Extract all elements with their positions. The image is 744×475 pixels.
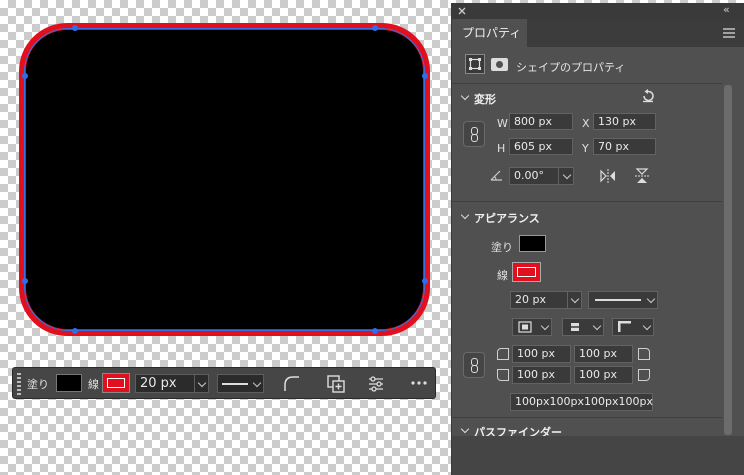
height-input[interactable]: 605 px [509, 138, 573, 155]
contextual-task-bar: 塗り 線 20 px [12, 367, 436, 399]
adjustments-icon[interactable] [367, 375, 385, 393]
corners-combined-input[interactable]: 100px100px100px100px [510, 393, 653, 411]
corner-bottom-right-input[interactable]: 100 px [574, 366, 633, 384]
tab-properties[interactable]: プロパティ [452, 19, 527, 47]
y-input[interactable]: 70 px [593, 138, 656, 155]
stroke-align-dropdown[interactable] [512, 318, 552, 336]
corner-top-left-input[interactable]: 100 px [512, 345, 571, 363]
anchor-point[interactable] [22, 73, 28, 79]
flip-vertical-icon[interactable] [635, 168, 649, 184]
properties-panel: « プロパティ シェイプのプロパティ 変形 W 800 px X 130 px … [451, 3, 744, 475]
shape-properties-label: シェイプのプロパティ [516, 61, 626, 74]
add-shape-icon[interactable] [326, 374, 346, 394]
panel-menu-icon[interactable] [723, 28, 735, 38]
pathfinder-section-header[interactable]: パスファインダー [452, 422, 722, 436]
link-corners-icon[interactable] [463, 352, 485, 378]
height-label: H [497, 142, 506, 155]
corner-bottom-right-icon [638, 369, 650, 381]
anchor-point[interactable] [22, 278, 28, 284]
stroke-align-icon [518, 321, 532, 333]
x-label: X [582, 117, 590, 130]
corner-top-right-icon [638, 348, 650, 360]
anchor-point[interactable] [422, 73, 428, 79]
corner-bottom-left-icon [497, 369, 509, 381]
anchor-point[interactable] [72, 328, 78, 334]
appearance-stroke-width-dropdown[interactable] [567, 291, 582, 309]
anchor-point[interactable] [72, 25, 78, 31]
stroke-width-dropdown[interactable] [194, 374, 209, 393]
appearance-stroke-width-input[interactable]: 20 px [510, 291, 568, 309]
panel-scrollbar-thumb[interactable] [724, 85, 732, 435]
corner-top-left-icon [497, 348, 509, 360]
appearance-fill-swatch[interactable] [519, 235, 546, 252]
corner-radius-icon[interactable] [283, 375, 301, 393]
anchor-point[interactable] [372, 328, 378, 334]
appearance-stroke-swatch[interactable] [512, 262, 541, 282]
stroke-corner-dropdown[interactable] [612, 318, 654, 336]
mask-icon[interactable] [491, 58, 508, 71]
appearance-section-header[interactable]: アピアランス [452, 208, 722, 228]
width-label: W [497, 117, 508, 130]
anchor-point[interactable] [372, 25, 378, 31]
appearance-stroke-style-dropdown[interactable] [588, 291, 658, 309]
flip-horizontal-icon[interactable] [600, 169, 616, 183]
reset-icon[interactable] [641, 89, 655, 103]
stroke-cap-icon [568, 323, 582, 331]
close-panel-icon[interactable] [458, 7, 466, 15]
collapse-panel-icon[interactable]: « [723, 3, 730, 16]
appearance-fill-label: 塗り [491, 241, 513, 254]
stroke-cap-dropdown[interactable] [562, 318, 604, 336]
y-label: Y [582, 142, 589, 155]
anchor-point[interactable] [422, 278, 428, 284]
corner-top-right-input[interactable]: 100 px [574, 345, 633, 363]
drag-handle[interactable] [17, 373, 21, 395]
stroke-label: 線 [88, 378, 99, 391]
stroke-width-value: 20 px [140, 376, 177, 391]
width-input[interactable]: 800 px [509, 113, 573, 130]
link-dimensions-icon[interactable] [463, 121, 485, 147]
angle-icon [490, 170, 502, 181]
transform-section-header[interactable]: 変形 [452, 89, 722, 109]
stroke-swatch[interactable] [102, 373, 130, 393]
panel-bottom-bar [452, 436, 744, 475]
more-options-icon[interactable] [411, 380, 427, 386]
fill-label: 塗り [27, 378, 49, 391]
transform-box-icon [469, 58, 481, 70]
shape-path-outline [24, 28, 425, 331]
stroke-style-dropdown[interactable] [217, 374, 264, 393]
panel-tab-strip: プロパティ [452, 19, 744, 47]
panel-title-bar: « [452, 3, 744, 19]
fill-swatch[interactable] [56, 374, 82, 392]
angle-input[interactable]: 0.00° [509, 167, 559, 185]
shape-properties-button[interactable] [465, 54, 485, 74]
corner-bottom-left-input[interactable]: 100 px [512, 366, 571, 384]
angle-dropdown[interactable] [558, 167, 574, 185]
x-input[interactable]: 130 px [593, 113, 656, 130]
stroke-corner-icon [618, 321, 631, 332]
appearance-stroke-label: 線 [497, 269, 508, 282]
